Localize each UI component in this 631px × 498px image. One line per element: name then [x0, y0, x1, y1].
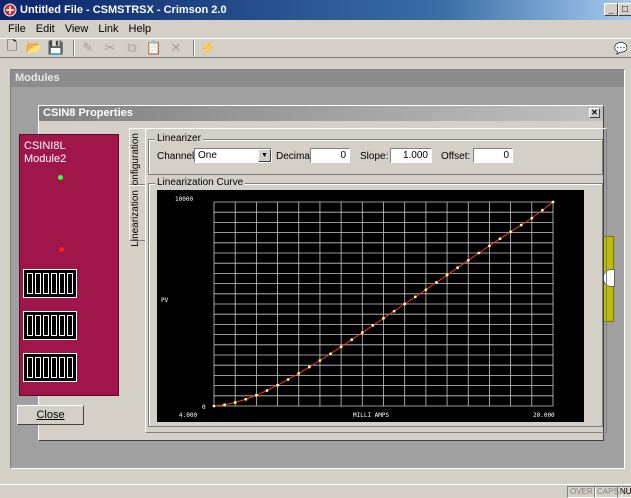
close-button[interactable]: Close — [17, 405, 84, 425]
dialog-title: CSIN8 Properties — [43, 107, 133, 119]
data-point — [541, 208, 544, 212]
status-num: NU — [617, 486, 631, 498]
slope-field[interactable]: 1.000 — [390, 148, 432, 163]
data-point — [318, 359, 322, 362]
data-point — [456, 266, 460, 270]
data-point — [350, 338, 354, 342]
status-over: OVER — [567, 486, 596, 498]
toolbar: 🗋 📂 💾 ✎ ✂ ⧉ 📋 ✕ ⚡ 💬 — [0, 38, 631, 58]
chevron-down-icon[interactable]: ▼ — [258, 149, 271, 162]
status-bar: OVER CAPS NU — [0, 484, 631, 498]
window-title: Untitled File - CSMSTRSX - Crimson 2.0 — [20, 4, 227, 16]
paste-icon[interactable]: 📋 — [145, 39, 163, 57]
status-led-green — [58, 175, 63, 180]
channel-select[interactable]: One ▼ — [194, 148, 272, 163]
data-point — [297, 371, 301, 375]
menu-edit[interactable]: Edit — [31, 23, 60, 35]
data-point — [392, 309, 396, 313]
data-point — [286, 378, 290, 381]
data-point — [382, 316, 385, 320]
terminal-block — [23, 353, 77, 382]
delete-icon[interactable]: ✕ — [167, 39, 185, 57]
data-point — [212, 404, 216, 408]
pen-icon[interactable]: ✎ — [79, 39, 97, 57]
dialog-close-icon[interactable]: ✕ — [589, 108, 600, 118]
data-point — [223, 403, 226, 407]
data-point — [371, 324, 375, 327]
new-file-icon[interactable]: 🗋 — [3, 38, 21, 57]
slope-label: Slope: — [360, 151, 389, 162]
menu-file[interactable]: File — [3, 23, 31, 35]
chat-icon[interactable]: 💬 — [612, 39, 630, 57]
menu-help[interactable]: Help — [124, 23, 157, 35]
window-titlebar: Untitled File - CSMSTRSX - Crimson 2.0 _… — [0, 0, 631, 20]
status-led-red — [59, 247, 64, 252]
data-point — [424, 288, 428, 292]
data-point — [435, 280, 438, 284]
data-point — [498, 237, 502, 241]
data-point — [254, 393, 258, 397]
curve-group-label: Linearization Curve — [155, 177, 246, 188]
data-point — [519, 223, 523, 227]
data-point — [307, 365, 311, 369]
data-point — [244, 397, 248, 401]
x-tick-label: 4.000 — [179, 412, 197, 419]
data-point — [276, 383, 279, 387]
y-axis-label: PV — [161, 297, 169, 304]
y-tick-label: 0 — [202, 404, 206, 411]
dialog-titlebar: CSIN8 Properties ✕ — [39, 106, 603, 121]
channel-label: Channel: — [157, 151, 198, 162]
tab-linearization[interactable]: Linearization — [129, 185, 146, 247]
open-folder-icon[interactable]: 📂 — [25, 39, 43, 57]
data-point — [329, 352, 332, 356]
save-icon[interactable]: 💾 — [47, 39, 65, 57]
module-image: CSINI8L Module2 — [19, 134, 119, 396]
terminal-block — [23, 269, 77, 298]
x-axis-label: MILLI AMPS — [353, 412, 390, 419]
linearization-chart[interactable]: 4.000 20.000 0 10000 MILLI AMPS PV — [157, 190, 584, 422]
menu-bar: File Edit View Link Help — [0, 20, 631, 38]
menu-view[interactable]: View — [60, 23, 94, 35]
data-point — [403, 302, 407, 306]
data-point — [265, 389, 269, 392]
copy-icon[interactable]: ⧉ — [123, 39, 141, 57]
data-point — [530, 216, 534, 220]
tab-configuration[interactable]: Configuration — [129, 128, 146, 192]
data-point — [360, 331, 364, 334]
offset-field[interactable]: 0 — [473, 148, 513, 163]
toolbar-separator — [193, 40, 195, 56]
data-point — [488, 244, 491, 248]
data-point — [551, 200, 555, 204]
data-point — [413, 295, 417, 299]
cut-icon[interactable]: ✂ — [101, 39, 119, 57]
data-point — [445, 273, 449, 277]
linearizer-group-label: Linearizer — [155, 133, 203, 144]
menu-link[interactable]: Link — [93, 23, 123, 35]
toolbar-separator — [73, 40, 75, 56]
crimson-app-icon — [3, 3, 17, 17]
data-point — [233, 401, 237, 404]
terminal-block — [23, 311, 77, 340]
data-point — [339, 345, 343, 349]
data-point — [477, 251, 481, 255]
offset-label: Offset: — [441, 151, 471, 162]
data-point — [466, 258, 470, 262]
module-name: CSINI8L Module2 — [24, 140, 67, 165]
modules-header: Modules — [11, 70, 624, 87]
lightning-icon[interactable]: ⚡ — [199, 39, 217, 57]
maximize-button[interactable]: □ — [618, 3, 631, 16]
y-tick-label: 10000 — [175, 196, 193, 203]
minimize-button[interactable]: _ — [604, 3, 618, 16]
data-point — [509, 230, 513, 234]
x-tick-label: 20.000 — [533, 412, 555, 419]
decimals-field[interactable]: 0 — [310, 148, 350, 163]
